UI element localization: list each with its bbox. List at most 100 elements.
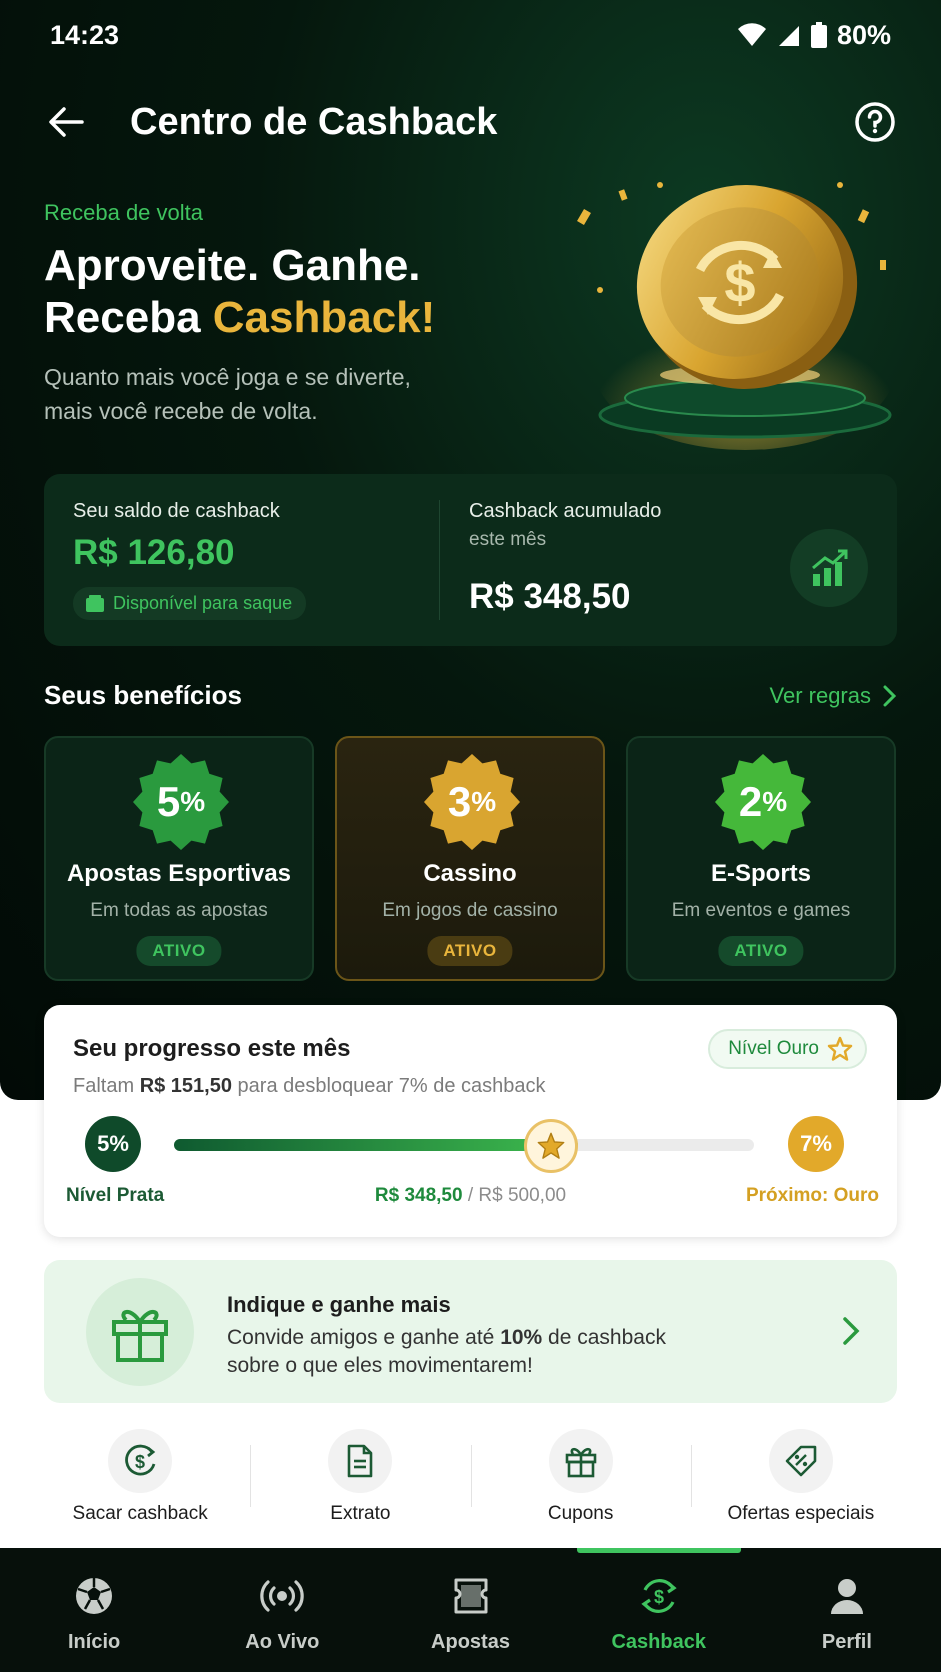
top-app-bar: Centro de Cashback	[0, 82, 941, 162]
benefit-desc: Em jogos de cassino	[382, 900, 558, 921]
quick-actions: $ Sacar cashback Extrato Cupons Ofertas …	[30, 1425, 911, 1525]
level-badge: Nível Ouro	[708, 1029, 867, 1069]
progress-title: Seu progresso este mês	[73, 1035, 351, 1062]
svg-text:$: $	[135, 1452, 145, 1472]
status-badge: ATIVO	[427, 936, 513, 966]
see-rules-link[interactable]: Ver regras	[770, 683, 898, 709]
see-rules-label: Ver regras	[769, 682, 872, 708]
hero-headline: Aproveite. Ganhe. Receba Cashback!	[44, 240, 504, 344]
next-percent-badge: 7%	[788, 1116, 844, 1172]
back-button[interactable]	[44, 100, 88, 144]
benefit-card-esports[interactable]: 2% E-Sports Em eventos e games ATIVO	[626, 736, 896, 981]
hero-eyebrow: Receba de volta	[44, 200, 203, 225]
status-badge: ATIVO	[718, 936, 804, 966]
benefit-name: Apostas Esportivas	[66, 860, 292, 887]
svg-text:$: $	[654, 1587, 664, 1607]
benefit-desc: Em todas as apostas	[90, 900, 268, 921]
progress-current-amount: R$ 348,50	[374, 1185, 463, 1206]
broadcast-icon	[260, 1580, 304, 1612]
svg-text:$: $	[724, 251, 755, 314]
benefit-percent: 5%	[131, 752, 231, 852]
status-badge: ATIVO	[136, 936, 222, 966]
quick-action-label: Extrato	[330, 1503, 391, 1524]
hero-headline-prefix: Receba	[44, 293, 213, 342]
benefit-card-casino[interactable]: 3% Cassino Em jogos de cassino ATIVO	[335, 736, 605, 981]
cashback-icon: $	[641, 1579, 677, 1613]
progress-card: Seu progresso este mês Nível Ouro Faltam…	[44, 1005, 897, 1237]
page-title: Centro de Cashback	[130, 100, 498, 143]
nav-label: Cashback	[611, 1631, 706, 1653]
progress-sub-suffix: para desbloquear 7% de cashback	[231, 1075, 546, 1097]
benefit-percent: 3%	[422, 752, 522, 852]
hero-section: Receba de volta Aproveite. Ganhe. Receba…	[44, 200, 504, 428]
benefit-percent-unit: %	[471, 786, 497, 817]
signal-icon	[778, 26, 799, 46]
balance-label: Seu saldo de cashback	[73, 500, 280, 522]
level-badge-label: Nível Ouro	[728, 1038, 819, 1059]
refer-desc-prefix: Convide amigos e ganhe até	[227, 1326, 501, 1349]
nav-item-home[interactable]: Início	[0, 1548, 188, 1672]
hero-headline-accent: Cashback!	[212, 293, 436, 342]
document-icon	[328, 1429, 393, 1493]
benefits-title: Seus benefícios	[44, 680, 242, 710]
quick-action-label: Ofertas especiais	[727, 1503, 875, 1524]
soccer-ball-icon	[76, 1578, 113, 1614]
benefit-card-sports[interactable]: 5% Apostas Esportivas Em todas as aposta…	[44, 736, 314, 981]
star-icon	[827, 1036, 853, 1061]
gift-icon	[86, 1278, 194, 1386]
refer-card[interactable]: Indique e ganhe mais Convide amigos e ga…	[44, 1260, 897, 1403]
help-icon[interactable]	[853, 100, 897, 144]
balance-section: Seu saldo de cashback R$ 126,80 Disponív…	[44, 500, 440, 620]
arrow-left-icon	[49, 107, 84, 137]
benefit-percent-unit: %	[180, 786, 206, 817]
progress-track	[174, 1139, 754, 1151]
benefits-header: Seus benefícios Ver regras	[44, 680, 897, 711]
progress-subtitle: Faltam R$ 151,50 para desbloquear 7% de …	[73, 1075, 546, 1098]
percent-tag-icon	[768, 1429, 833, 1493]
nav-label: Apostas	[431, 1631, 510, 1653]
balance-value: R$ 126,80	[73, 533, 235, 572]
balance-card: Seu saldo de cashback R$ 126,80 Disponív…	[44, 474, 897, 646]
quick-action-coupons[interactable]: Cupons	[470, 1425, 691, 1525]
refer-description: Convide amigos e ganhe até 10% de cashba…	[227, 1324, 707, 1380]
hero-subtitle: Quanto mais você joga e se diverte, mais…	[44, 364, 411, 424]
progress-target-amount: / R$ 500,00	[462, 1185, 567, 1206]
nav-label: Perfil	[821, 1631, 872, 1653]
nav-item-live[interactable]: Ao Vivo	[188, 1548, 376, 1672]
progress-fill	[174, 1139, 579, 1151]
ticket-icon	[454, 1578, 487, 1614]
chevron-right-icon	[843, 1317, 860, 1345]
nav-item-profile[interactable]: Perfil	[753, 1548, 941, 1672]
benefit-percent: 2%	[713, 752, 813, 852]
gift-icon	[548, 1429, 613, 1493]
accumulated-section: Cashback acumulado este mês R$ 348,50	[440, 474, 897, 646]
accumulated-label: Cashback acumulado	[469, 500, 662, 522]
nav-label: Ao Vivo	[245, 1631, 320, 1653]
quick-action-label: Cupons	[547, 1503, 614, 1524]
available-badge-label: Disponível para saque	[113, 593, 293, 613]
next-level-label: Próximo: Ouro	[745, 1185, 879, 1206]
bottom-navigation: Início Ao Vivo Apostas $ Cashback Perfil	[0, 1548, 941, 1672]
benefit-percent-value: 2	[738, 778, 763, 825]
quick-action-statement[interactable]: Extrato	[250, 1425, 470, 1525]
chevron-right-icon	[883, 685, 897, 706]
nav-label: Início	[67, 1631, 121, 1653]
quick-action-offers[interactable]: Ofertas especiais	[690, 1425, 911, 1525]
battery-icon	[810, 22, 827, 48]
benefit-desc: Em eventos e games	[671, 900, 851, 921]
progress-sub-amount: R$ 151,50	[139, 1075, 232, 1097]
dollar-circle-icon: $	[108, 1429, 173, 1493]
wallet-icon	[86, 594, 104, 612]
current-percent-badge: 5%	[85, 1116, 141, 1172]
nav-item-bets[interactable]: Apostas	[376, 1548, 564, 1672]
wifi-icon	[737, 23, 766, 46]
progress-marker	[524, 1119, 578, 1173]
quick-action-withdraw[interactable]: $ Sacar cashback	[30, 1425, 250, 1525]
progress-sub-prefix: Faltam	[73, 1075, 140, 1097]
growth-chart-icon	[790, 529, 868, 607]
nav-item-cashback[interactable]: $ Cashback	[565, 1548, 753, 1672]
benefit-name: E-Sports	[710, 860, 811, 887]
benefit-percent-unit: %	[762, 786, 788, 817]
benefit-name: Cassino	[423, 860, 517, 887]
available-badge: Disponível para saque	[73, 587, 307, 620]
